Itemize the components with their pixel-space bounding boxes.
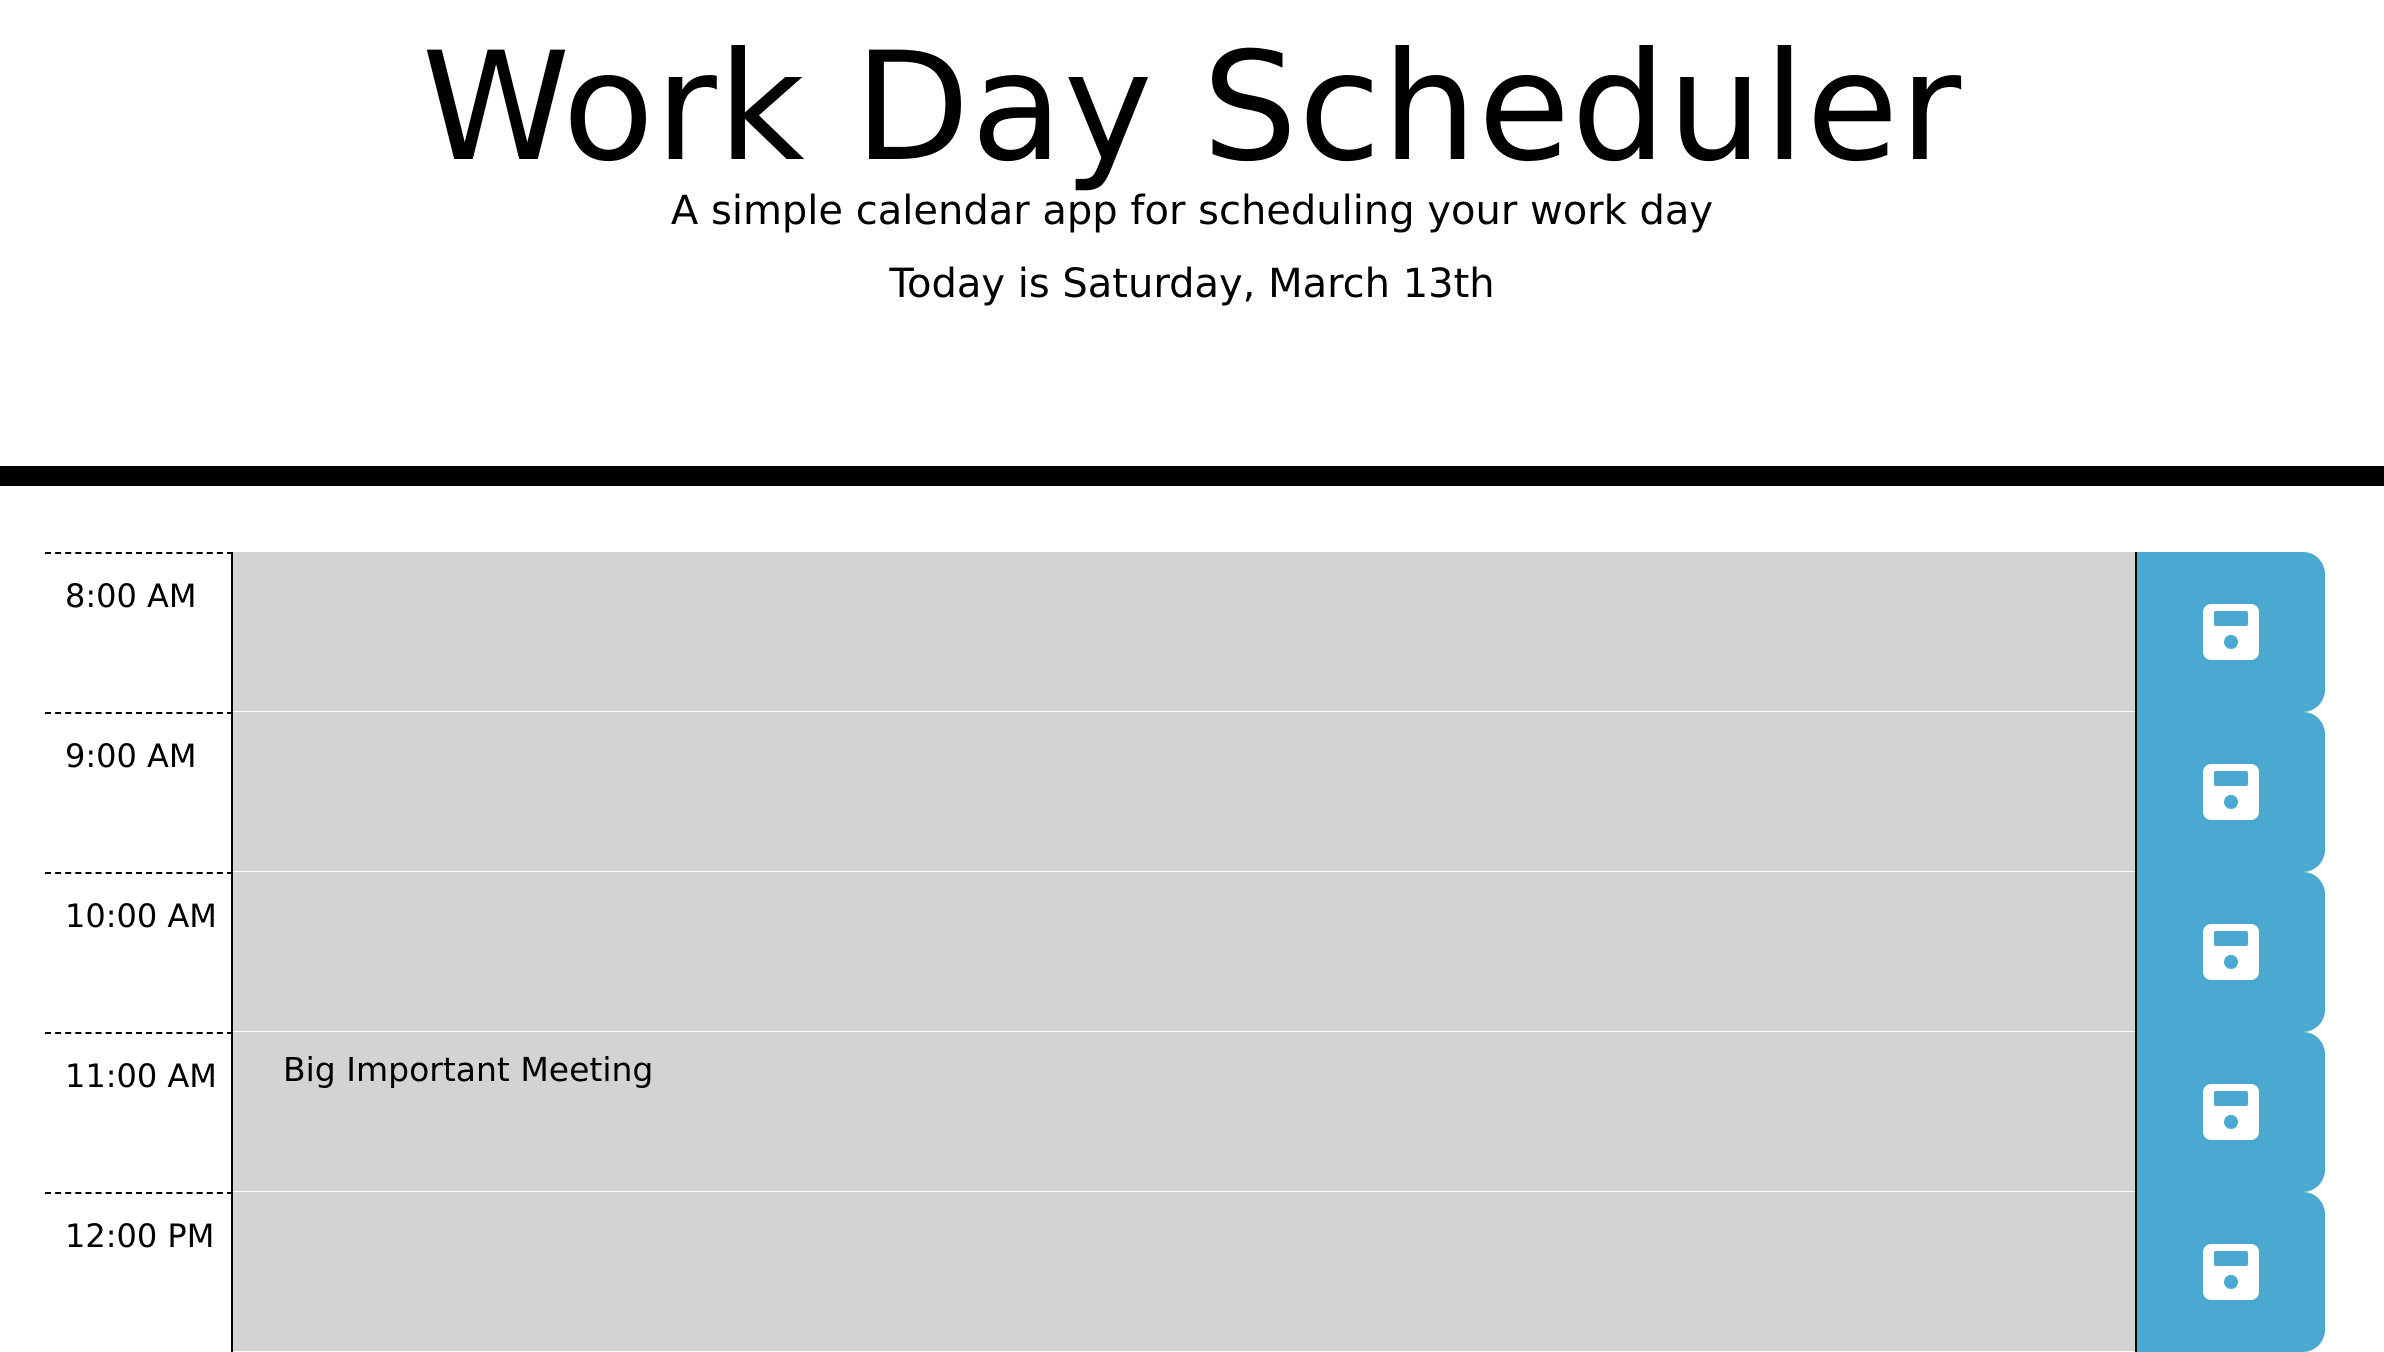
- time-block: 12:00 PM: [45, 1192, 2325, 1352]
- time-block: 8:00 AM: [45, 552, 2325, 712]
- header: Work Day Scheduler A simple calendar app…: [0, 0, 2384, 486]
- floppy-disk-icon: [2203, 604, 2259, 660]
- save-button[interactable]: [2135, 552, 2325, 712]
- save-button[interactable]: [2135, 1192, 2325, 1352]
- time-block: 9:00 AM: [45, 712, 2325, 872]
- hour-label: 9:00 AM: [45, 712, 233, 872]
- time-block: 11:00 AM Big Important Meeting: [45, 1032, 2325, 1192]
- floppy-disk-icon: [2203, 924, 2259, 980]
- save-button[interactable]: [2135, 712, 2325, 872]
- hour-label: 10:00 AM: [45, 872, 233, 1032]
- hour-label: 11:00 AM: [45, 1032, 233, 1192]
- description-textarea[interactable]: [233, 552, 2135, 712]
- description-textarea[interactable]: [233, 1192, 2135, 1352]
- current-day: Today is Saturday, March 13th: [889, 261, 1495, 307]
- floppy-disk-icon: [2203, 1244, 2259, 1300]
- page-subtitle: A simple calendar app for scheduling you…: [670, 188, 1714, 234]
- description-textarea[interactable]: [233, 712, 2135, 872]
- floppy-disk-icon: [2203, 764, 2259, 820]
- description-textarea[interactable]: Big Important Meeting: [233, 1032, 2135, 1192]
- description-textarea[interactable]: [233, 872, 2135, 1032]
- save-button[interactable]: [2135, 1032, 2325, 1192]
- save-button[interactable]: [2135, 872, 2325, 1032]
- hour-label: 12:00 PM: [45, 1192, 233, 1352]
- hour-label: 8:00 AM: [45, 552, 233, 712]
- page-title: Work Day Scheduler: [421, 21, 1963, 195]
- time-block: 10:00 AM: [45, 872, 2325, 1032]
- schedule-container: 8:00 AM 9:00 AM 10:00 AM 11:00 AM Big Im…: [45, 552, 2325, 1352]
- floppy-disk-icon: [2203, 1084, 2259, 1140]
